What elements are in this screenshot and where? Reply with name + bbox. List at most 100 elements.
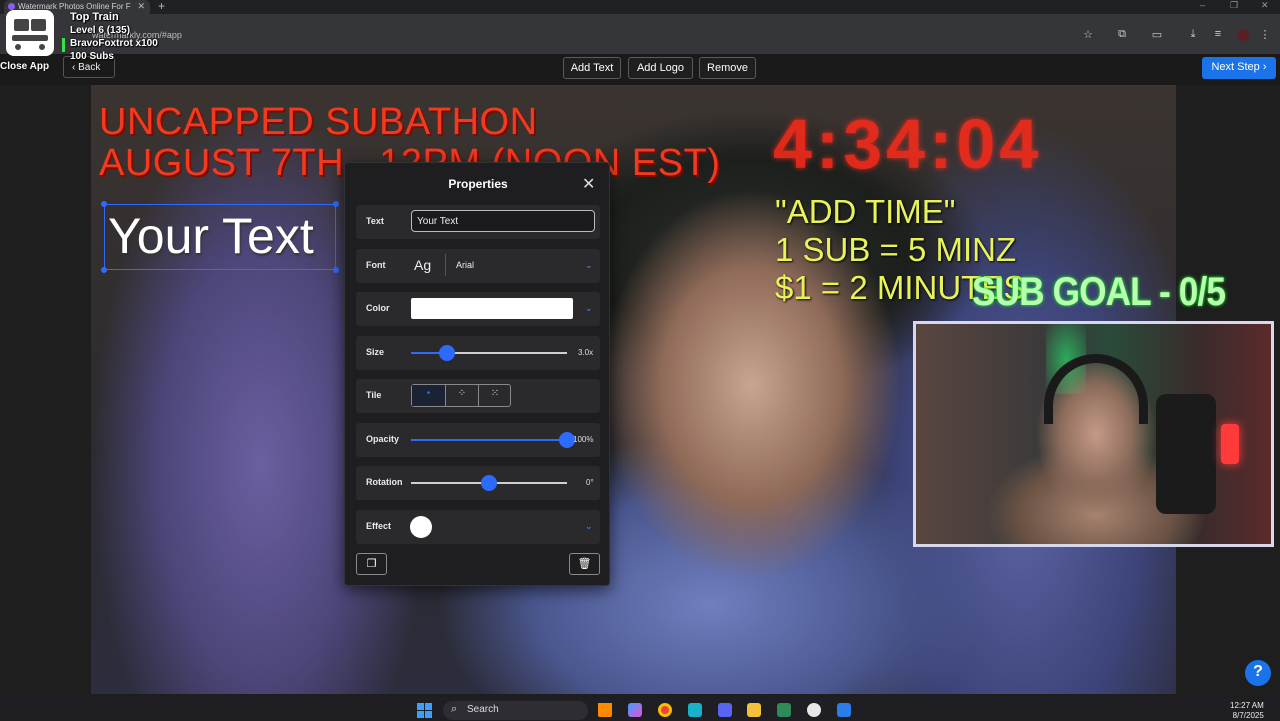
add-text-button[interactable]: Add Text [563, 57, 621, 79]
minimize-button[interactable]: – [1200, 0, 1205, 10]
file-explorer-icon[interactable] [747, 703, 761, 717]
app-icon[interactable] [688, 703, 702, 717]
subathon-timer: 4:34:04 [773, 105, 1043, 183]
tile-options: • ⁘ ⁙ [411, 384, 511, 407]
size-value: 3.0x [578, 348, 594, 357]
close-icon[interactable]: ✕ [582, 174, 595, 194]
resize-handle-bottom-left[interactable] [101, 267, 107, 273]
font-row: Font Ag Arial ⌄ [356, 249, 600, 283]
remove-button[interactable]: Remove [699, 57, 756, 79]
webcam-feed [913, 321, 1274, 547]
duplicate-icon: ❐ [366, 558, 377, 570]
opacity-slider-fill [411, 439, 567, 441]
copilot-icon[interactable] [628, 703, 642, 717]
divider [445, 254, 446, 276]
download-icon[interactable]: ⤓ [1186, 28, 1200, 42]
tile-grid-icon[interactable]: ⁘ [445, 385, 478, 406]
properties-title: Properties [448, 177, 508, 191]
chevron-down-icon[interactable]: ⌄ [585, 521, 593, 532]
resize-handle-bottom-right[interactable] [333, 267, 339, 273]
size-slider-track[interactable] [411, 352, 567, 354]
site-favicon-icon [8, 3, 15, 10]
bookmark-star-icon[interactable]: ☆ [1081, 28, 1095, 42]
trash-icon: 🗑 [577, 558, 592, 570]
rotation-value: 0° [586, 478, 594, 487]
train-top-user: BravoFoxtrot x100 [70, 38, 158, 49]
tile-diagonal-icon[interactable]: ⁙ [478, 385, 511, 406]
color-swatch[interactable] [411, 298, 573, 319]
taskbar-search[interactable]: ⌕ Search [443, 701, 588, 720]
banner-line-1: UNCAPPED SUBATHON [99, 101, 538, 143]
browser-tab-bar [0, 0, 1280, 14]
opacity-slider-track[interactable] [411, 439, 567, 441]
maximize-button[interactable]: ❐ [1230, 0, 1238, 11]
taskbar-search-placeholder: Search [467, 704, 499, 715]
text-row: Text [356, 205, 600, 239]
system-clock[interactable]: 12:27 AM 8/7/2025 [1230, 701, 1264, 721]
opacity-value: 100% [573, 435, 594, 444]
discord-icon[interactable] [718, 703, 732, 717]
tab-close-icon[interactable]: ✕ [137, 1, 145, 12]
chevron-down-icon[interactable]: ⌄ [585, 260, 593, 271]
new-tab-button[interactable]: + [158, 0, 165, 13]
train-widget-title: Top Train [70, 11, 119, 23]
size-row: Size 3.0x [356, 336, 600, 370]
tile-single-icon[interactable]: • [412, 385, 445, 406]
duplicate-button[interactable]: ❐ [356, 553, 387, 575]
watermark-text-element[interactable]: Your Text [104, 204, 336, 270]
tile-label: Tile [366, 390, 382, 400]
next-step-button[interactable]: Next Step › [1202, 57, 1276, 79]
opacity-label: Opacity [366, 434, 400, 444]
effect-label: Effect [366, 521, 392, 531]
add-logo-button[interactable]: Add Logo [628, 57, 693, 79]
browser-menu-icon[interactable]: ⋮ [1258, 28, 1272, 42]
size-slider-thumb[interactable] [438, 345, 455, 361]
train-level: Level 6 (135) [70, 25, 131, 36]
tile-row: Tile • ⁘ ⁙ [356, 379, 600, 413]
effect-row: Effect ⌄ [356, 510, 600, 544]
opacity-row: Opacity 100% [356, 423, 600, 457]
chevron-right-icon: › [1259, 61, 1267, 73]
cast-icon[interactable]: ▭ [1150, 28, 1164, 42]
media-controls-icon[interactable]: ≡ [1211, 28, 1225, 42]
text-input[interactable] [411, 210, 595, 232]
clock-time: 12:27 AM [1230, 701, 1264, 710]
app-icon[interactable] [807, 703, 821, 717]
window-close-button[interactable]: ✕ [1261, 0, 1269, 11]
vlc-icon[interactable] [598, 703, 612, 717]
watermark-text: Your Text [108, 208, 314, 264]
next-step-label: Next Step [1211, 61, 1260, 73]
rotation-slider-fill [411, 482, 489, 484]
color-label: Color [366, 303, 390, 313]
help-button[interactable]: ? [1245, 660, 1271, 686]
close-app-button[interactable]: Close App [0, 61, 49, 72]
add-time-line-1: "ADD TIME" [775, 193, 956, 230]
rotation-slider-thumb[interactable] [481, 475, 497, 491]
rotation-label: Rotation [366, 477, 403, 487]
train-icon [6, 10, 54, 56]
photos-icon[interactable] [837, 703, 851, 717]
train-subs: 100 Subs [70, 51, 114, 62]
search-icon: ⌕ [451, 703, 458, 715]
back-label: Back [78, 62, 101, 73]
add-time-line-2: 1 SUB = 5 MINZ [775, 231, 1017, 268]
sub-goal-counter: SUB GOAL - 0/5 [972, 270, 1226, 314]
font-select[interactable]: Arial [456, 260, 474, 270]
extensions-icon[interactable]: ⧉ [1115, 28, 1129, 42]
rotation-row: Rotation 0° [356, 466, 600, 500]
chrome-icon[interactable] [658, 703, 672, 717]
resize-handle-top-right[interactable] [333, 201, 339, 207]
size-label: Size [366, 347, 385, 357]
excel-icon[interactable] [777, 703, 791, 717]
font-preview: Ag [414, 257, 432, 273]
text-label: Text [366, 216, 384, 226]
chevron-down-icon[interactable]: ⌄ [585, 303, 593, 314]
effect-preview[interactable] [410, 516, 432, 538]
resize-handle-top-left[interactable] [101, 201, 107, 207]
windows-start-icon[interactable] [417, 703, 433, 719]
delete-button[interactable]: 🗑 [569, 553, 600, 575]
profile-avatar[interactable] [1236, 28, 1250, 42]
properties-panel: Properties ✕ Text Font Ag Arial ⌄ Color … [344, 162, 610, 586]
font-label: Font [366, 260, 386, 270]
train-progress-bar [62, 38, 65, 52]
